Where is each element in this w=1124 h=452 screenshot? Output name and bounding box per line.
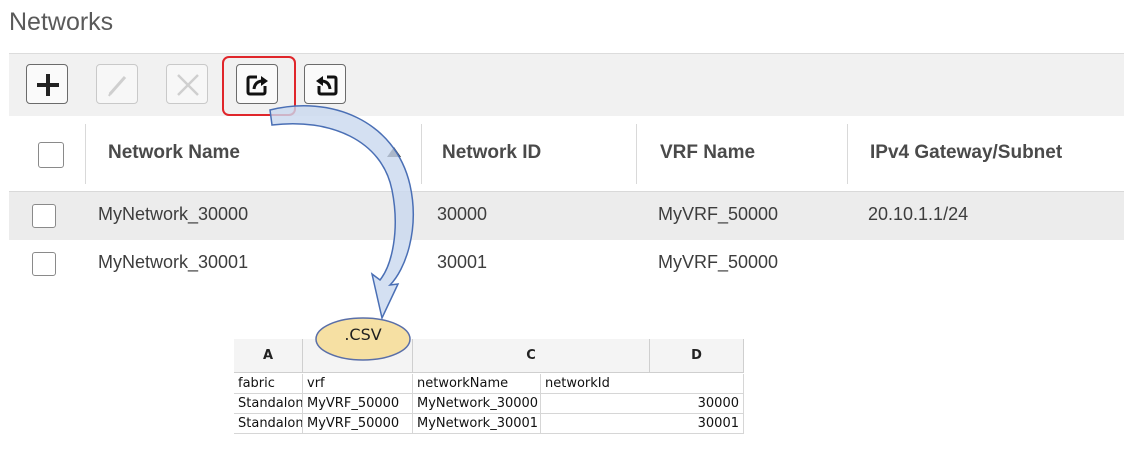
- export-flow-arrow: [269, 105, 414, 321]
- csv-badge-label: .CSV: [344, 325, 382, 344]
